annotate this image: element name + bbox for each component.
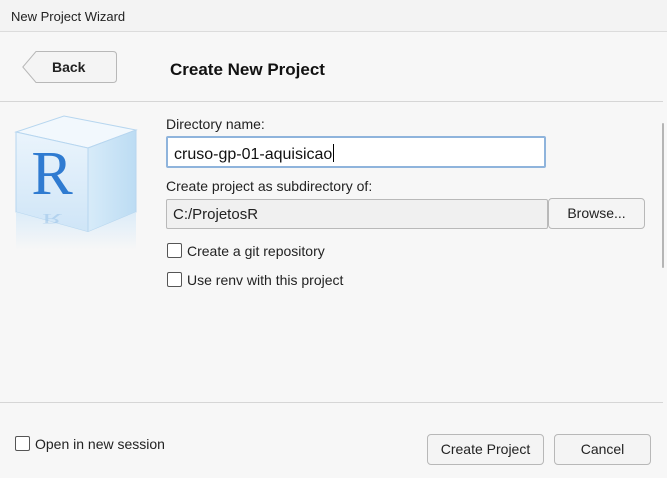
directory-name-input[interactable]: cruso-gp-01-aquisicao <box>166 136 546 168</box>
subdirectory-path-field[interactable]: C:/ProjetosR <box>166 199 548 229</box>
create-project-button[interactable]: Create Project <box>427 434 544 465</box>
text-cursor <box>333 144 335 162</box>
new-session-label: Open in new session <box>35 436 165 452</box>
checkbox-box[interactable] <box>167 243 182 258</box>
directory-name-value: cruso-gp-01-aquisicao <box>174 146 333 163</box>
checkbox-box[interactable] <box>15 436 30 451</box>
page-title: Create New Project <box>170 60 325 79</box>
renv-label: Use renv with this project <box>187 272 344 288</box>
back-button[interactable]: Back <box>22 51 117 83</box>
svg-text:R: R <box>42 210 62 226</box>
window-title: New Project Wizard <box>11 9 126 24</box>
title-bar: New Project Wizard <box>0 0 667 32</box>
directory-name-label: Directory name: <box>166 116 265 132</box>
subdirectory-path-value: C:/ProjetosR <box>173 206 259 223</box>
subdirectory-label: Create project as subdirectory of: <box>166 178 373 194</box>
footer-divider <box>0 402 663 403</box>
r-letter: R <box>31 140 73 208</box>
browse-button[interactable]: Browse... <box>548 198 645 229</box>
new-session-checkbox[interactable]: Open in new session <box>15 436 185 454</box>
r-project-logo-icon: R R <box>14 112 138 252</box>
renv-checkbox[interactable]: Use renv with this project <box>167 272 367 290</box>
back-button-label: Back <box>52 59 86 75</box>
git-repository-label: Create a git repository <box>187 243 325 259</box>
cancel-button[interactable]: Cancel <box>554 434 651 465</box>
header-divider <box>0 101 663 102</box>
scrollbar[interactable] <box>662 123 664 268</box>
git-repository-checkbox[interactable]: Create a git repository <box>167 243 367 261</box>
checkbox-box[interactable] <box>167 272 182 287</box>
